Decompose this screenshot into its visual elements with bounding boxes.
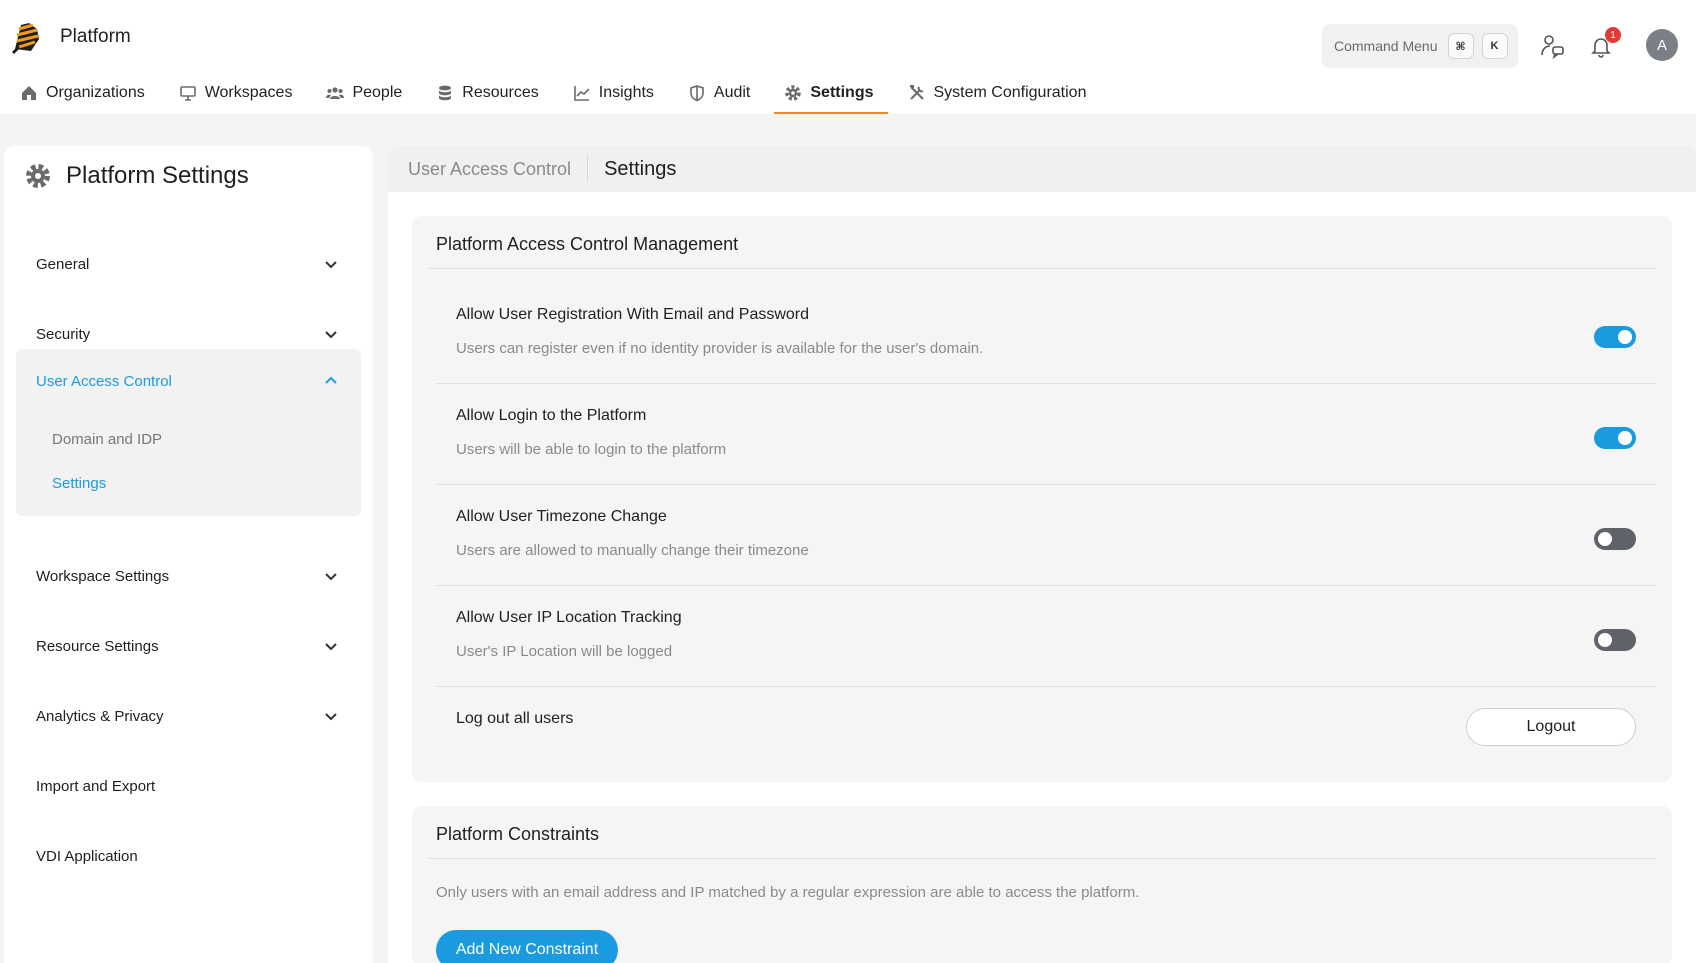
setting-row-logout-all: Log out all users Logout	[436, 688, 1656, 768]
nav-label: Audit	[713, 84, 751, 101]
setting-title: Allow Login to the Platform	[456, 407, 647, 424]
setting-title: Allow User Registration With Email and P…	[456, 306, 810, 323]
avatar[interactable]: A	[1646, 29, 1678, 61]
nav-organizations[interactable]: Organizations	[0, 74, 159, 112]
toggle-knob	[1618, 330, 1632, 344]
chevron-down-icon	[325, 573, 337, 581]
sidebar-title-text: Platform Settings	[66, 162, 249, 189]
card-title: Platform Constraints	[436, 824, 600, 844]
sidebar-item-workspace-settings[interactable]: Workspace Settings	[16, 554, 360, 598]
main-content: User Access Control Settings Platform Ac…	[388, 146, 1696, 963]
command-key-icon: ⌘	[1447, 33, 1474, 59]
support-chat-icon[interactable]	[1538, 31, 1568, 61]
command-menu-label: Command Menu	[1334, 38, 1438, 54]
constraints-description: Only users with an email address and IP …	[436, 884, 1140, 901]
command-menu-button[interactable]: Command Menu ⌘ K	[1322, 24, 1518, 68]
sidebar-item-analytics-privacy[interactable]: Analytics & Privacy	[16, 694, 360, 738]
notification-badge: 1	[1605, 27, 1621, 43]
card-divider	[428, 268, 1656, 269]
chevron-down-icon	[325, 261, 337, 269]
toggle-knob	[1598, 633, 1612, 647]
database-icon	[439, 85, 452, 101]
breadcrumb: User Access Control Settings	[388, 146, 1696, 192]
ip-tracking-toggle[interactable]	[1594, 629, 1636, 651]
setting-row-registration: Allow User Registration With Email and P…	[436, 284, 1656, 384]
nav-label: Organizations	[46, 84, 145, 101]
nav-label: Resources	[462, 84, 539, 101]
sidebar-subitem-domain-idp[interactable]: Domain and IDP	[52, 431, 162, 448]
nav-settings[interactable]: Settings	[764, 74, 888, 114]
nav-insights[interactable]: Insights	[553, 74, 668, 112]
logout-button[interactable]: Logout	[1466, 708, 1636, 746]
brand-logo-icon[interactable]	[11, 19, 43, 55]
setting-row-login: Allow Login to the Platform Users will b…	[436, 385, 1656, 485]
chevron-down-icon	[325, 713, 337, 721]
setting-title: Allow User IP Location Tracking	[456, 609, 682, 626]
chevron-up-icon	[325, 376, 337, 384]
chevron-down-icon	[325, 331, 337, 339]
nav-resources[interactable]: Resources	[416, 74, 552, 112]
home-icon	[22, 86, 36, 100]
card-title: Platform Access Control Management	[436, 234, 739, 254]
k-key-icon: K	[1481, 33, 1508, 59]
access-control-card: Platform Access Control Management Allow…	[412, 216, 1672, 782]
setting-row-ip-tracking: Allow User IP Location Tracking User's I…	[436, 587, 1656, 687]
breadcrumb-parent[interactable]: User Access Control	[408, 159, 571, 180]
login-toggle[interactable]	[1594, 427, 1636, 449]
card-divider	[428, 858, 1656, 859]
sidebar-item-vdi-application[interactable]: VDI Application	[16, 834, 360, 878]
brand-name: Platform	[60, 26, 131, 47]
nav-label: Workspaces	[204, 84, 293, 101]
toggle-knob	[1598, 532, 1612, 546]
monitor-icon	[179, 86, 196, 101]
nav-label: System Configuration	[933, 84, 1087, 101]
setting-description: User's IP Location will be logged	[456, 643, 673, 660]
sidebar-item-label: Security	[36, 325, 91, 343]
settings-sidebar: Platform Settings General Security User …	[4, 146, 373, 963]
add-new-constraint-button[interactable]: Add New Constraint	[436, 930, 618, 963]
sidebar-item-label: Workspace Settings	[36, 567, 170, 585]
setting-description: Users are allowed to manually change the…	[456, 542, 809, 559]
nav-audit[interactable]: Audit	[668, 74, 764, 112]
tools-icon	[909, 85, 924, 100]
chart-icon	[573, 86, 590, 101]
breadcrumb-divider	[587, 156, 589, 182]
gear-icon	[785, 85, 802, 101]
gear-icon	[26, 164, 50, 188]
sidebar-item-general[interactable]: General	[16, 242, 360, 286]
sidebar-group-user-access-control: User Access Control Domain and IDP Setti…	[16, 349, 361, 516]
setting-description: Users will be able to login to the platf…	[456, 441, 727, 458]
setting-row-timezone: Allow User Timezone Change Users are all…	[436, 486, 1656, 586]
sidebar-item-label: Analytics & Privacy	[36, 707, 164, 725]
nav-workspaces[interactable]: Workspaces	[159, 74, 307, 112]
breadcrumb-current: Settings	[604, 157, 677, 180]
toggle-knob	[1618, 431, 1632, 445]
timezone-toggle[interactable]	[1594, 528, 1636, 550]
setting-title: Allow User Timezone Change	[456, 508, 667, 525]
sidebar-item-label: Import and Export	[36, 777, 156, 795]
registration-toggle[interactable]	[1594, 326, 1636, 348]
platform-constraints-card: Platform Constraints Only users with an …	[412, 806, 1672, 963]
people-icon	[326, 87, 345, 99]
sidebar-item-label: User Access Control	[36, 372, 172, 390]
nav-label: People	[352, 84, 403, 101]
setting-title: Log out all users	[456, 710, 574, 727]
chevron-down-icon	[325, 643, 337, 651]
nav-label: Settings	[810, 84, 874, 101]
top-bar: Platform Command Menu ⌘ K 1 A Organizati…	[0, 0, 1696, 114]
sidebar-item-label: Resource Settings	[36, 637, 159, 655]
main-nav: Organizations Workspaces People Resource…	[0, 74, 1100, 114]
sidebar-item-user-access-control[interactable]: User Access Control	[16, 359, 360, 403]
sidebar-subitem-settings[interactable]: Settings	[52, 475, 106, 492]
shield-icon	[690, 85, 704, 102]
nav-people[interactable]: People	[306, 74, 416, 112]
nav-label: Insights	[598, 84, 654, 101]
sidebar-item-resource-settings[interactable]: Resource Settings	[16, 624, 360, 668]
sidebar-item-label: VDI Application	[36, 847, 138, 865]
setting-description: Users can register even if no identity p…	[456, 340, 984, 357]
sidebar-item-import-export[interactable]: Import and Export	[16, 764, 360, 808]
nav-system-configuration[interactable]: System Configuration	[888, 74, 1101, 112]
sidebar-title: Platform Settings	[24, 162, 249, 190]
sidebar-item-label: General	[36, 255, 90, 273]
